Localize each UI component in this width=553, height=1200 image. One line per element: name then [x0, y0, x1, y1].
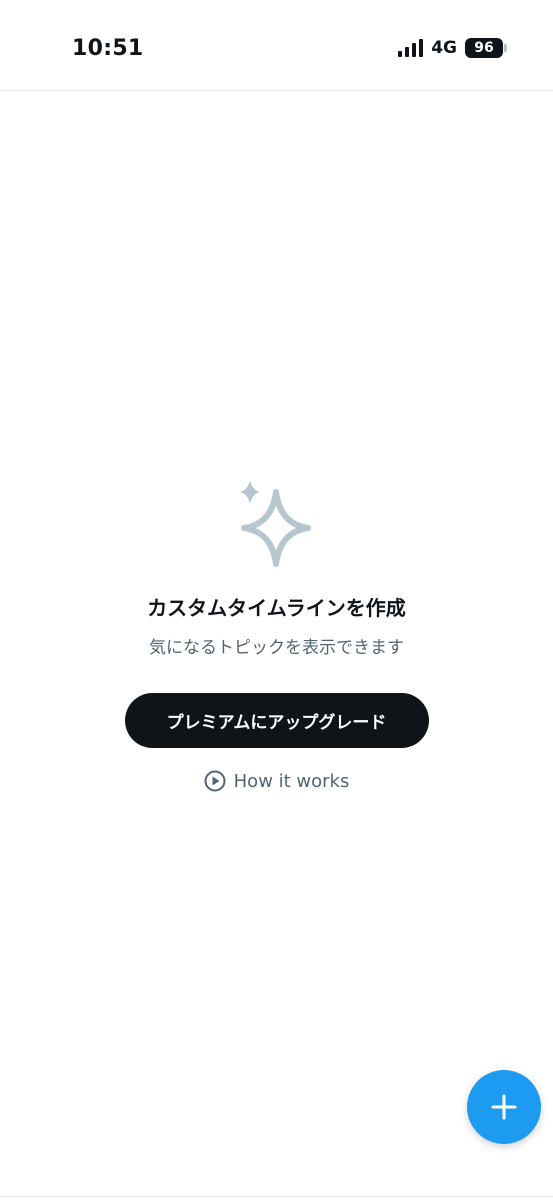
network-type: 4G [431, 38, 457, 58]
status-bar: 10:51 4G 96 [0, 0, 553, 91]
empty-state: カスタムタイムラインを作成 気になるトピックを表示できます プレミアムにアップグ… [0, 480, 553, 796]
compose-plus-button[interactable] [467, 1070, 541, 1144]
bottom-divider [0, 1196, 553, 1197]
empty-state-title: カスタムタイムラインを作成 [147, 596, 406, 620]
plus-icon [491, 1094, 517, 1120]
battery-level: 96 [465, 38, 503, 58]
how-it-works-link[interactable]: How it works [204, 770, 350, 792]
battery-icon: 96 [465, 38, 507, 58]
signal-strength-icon [398, 39, 424, 57]
upgrade-to-premium-button[interactable]: プレミアムにアップグレード [124, 693, 429, 748]
screen: 10:51 4G 96 カスタムタイムラインを作成 気になるトピックを表示できま… [0, 0, 553, 1200]
empty-state-subtitle: 気になるトピックを表示できます [149, 638, 404, 658]
status-time: 10:51 [72, 36, 144, 61]
status-indicators: 4G 96 [398, 38, 507, 58]
sparkle-icon [239, 480, 311, 567]
battery-cap [504, 44, 507, 52]
how-it-works-label: How it works [233, 770, 350, 792]
play-circle-icon [204, 770, 226, 792]
